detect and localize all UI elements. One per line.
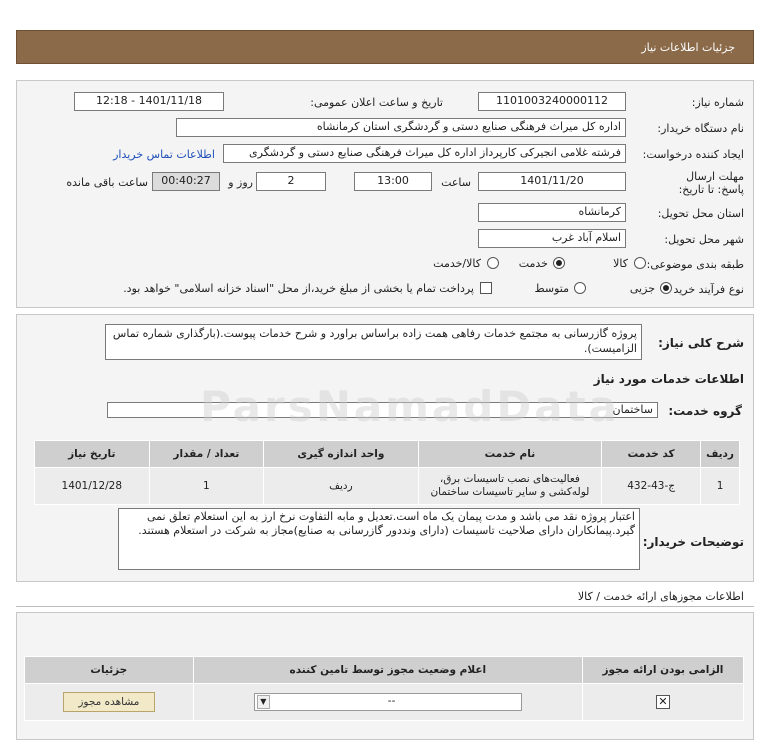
deadline-date-field[interactable]: 1401/11/20 <box>478 172 626 191</box>
permits-section-title: اطلاعات مجوزهای ارائه خدمت / کالا <box>577 590 744 603</box>
time-label: ساعت <box>441 176 471 189</box>
purchase-medium-label: متوسط <box>534 282 569 295</box>
city-field[interactable]: اسلام آباد غرب <box>478 229 626 248</box>
table-row: ✕ -- ▼ مشاهده مجوز <box>24 683 745 721</box>
cell-unit: ردیف <box>263 467 419 505</box>
cell-row: 1 <box>700 467 740 505</box>
col-permit-status: اعلام وضعیت مجوز توسط تامین کننده <box>192 656 583 684</box>
remaining-label: ساعت باقی مانده <box>66 176 148 189</box>
category-goods-service-label: کالا/خدمت <box>433 257 481 270</box>
purchase-minor-radio[interactable] <box>660 282 672 294</box>
buyer-label: نام دستگاه خریدار: <box>657 122 744 135</box>
announce-label: تاریخ و ساعت اعلان عمومی: <box>310 96 443 109</box>
services-table-header: ردیف کد خدمت نام خدمت واحد اندازه گیری ت… <box>34 440 740 468</box>
chevron-down-icon: ▼ <box>256 695 270 709</box>
category-service-label: خدمت <box>518 257 548 270</box>
service-group-field[interactable]: ساختمان <box>107 402 658 418</box>
buyer-notes-label: توضیحات خریدار: <box>642 535 744 549</box>
cell-permit-status: -- ▼ <box>192 683 583 721</box>
cell-quantity: 1 <box>148 467 265 505</box>
services-section-title: اطلاعات خدمات مورد نیاز <box>593 372 744 386</box>
purchase-type-label: نوع فرآیند خرید : <box>666 283 744 296</box>
days-label: روز و <box>228 176 253 189</box>
permit-status-select[interactable]: -- ▼ <box>253 693 522 711</box>
col-quantity: تعداد / مقدار <box>148 440 265 468</box>
deadline-label: مهلت ارسال پاسخ: تا تاریخ: <box>678 170 744 196</box>
province-field[interactable]: کرمانشاه <box>478 203 626 222</box>
permits-table: الزامی بودن ارائه مجوز اعلام وضعیت مجوز … <box>24 656 745 721</box>
remaining-time-field: 00:40:27 <box>152 172 220 191</box>
treasury-payment-checkbox[interactable] <box>480 282 492 294</box>
cell-service-name: فعالیت‌های نصب تاسیسات برق، لوله‌کشی و س… <box>417 467 603 505</box>
permits-divider <box>16 606 754 607</box>
need-description-label: شرح کلی نیاز: <box>658 336 744 350</box>
announce-field[interactable]: 1401/11/18 - 12:18 <box>74 92 224 111</box>
cell-need-date: 1401/12/28 <box>34 467 150 505</box>
category-goods-radio[interactable] <box>634 257 646 269</box>
page-title: جزئیات اطلاعات نیاز <box>641 41 735 54</box>
col-permit-details: جزئیات <box>24 656 194 684</box>
contact-buyer-link[interactable]: اطلاعات تماس خریدار <box>113 148 215 161</box>
col-need-date: تاریخ نیاز <box>34 440 150 468</box>
services-table: ردیف کد خدمت نام خدمت واحد اندازه گیری ت… <box>34 440 740 505</box>
requester-field[interactable]: فرشته غلامی انجیرکی کارپرداز اداره کل می… <box>223 144 626 163</box>
buyer-field[interactable]: اداره کل میراث فرهنگی صنایع دستی و گردشگ… <box>176 118 626 137</box>
purchase-medium-radio[interactable] <box>574 282 586 294</box>
table-row: 1 ج-43-432 فعالیت‌های نصب تاسیسات برق، ل… <box>34 467 740 505</box>
need-description-field[interactable]: پروژه گازرسانی به مجتمع خدمات رفاهی همت … <box>105 324 642 360</box>
category-goods-label: کالا <box>613 257 628 270</box>
need-number-label: شماره نیاز: <box>691 96 744 109</box>
permit-status-select-value: -- <box>387 695 396 707</box>
buyer-notes-field[interactable]: اعتبار پروژه نقد می باشد و مدت پیمان یک … <box>118 508 640 570</box>
purchase-minor-label: جزیی <box>629 282 655 295</box>
treasury-payment-note: پرداخت تمام یا بخشی از مبلغ خرید،از محل … <box>123 282 474 295</box>
cell-service-code: ج-43-432 <box>601 467 702 505</box>
province-label: استان محل تحویل: <box>657 207 744 220</box>
col-service-code: کد خدمت <box>601 440 702 468</box>
days-field[interactable]: 2 <box>256 172 326 191</box>
permits-table-header: الزامی بودن ارائه مجوز اعلام وضعیت مجوز … <box>24 656 745 684</box>
col-row: ردیف <box>700 440 740 468</box>
required-checkbox-icon: ✕ <box>655 695 670 709</box>
category-label: طبقه بندی موضوعی: <box>646 258 744 271</box>
category-service-radio[interactable] <box>553 257 565 269</box>
page-header: جزئیات اطلاعات نیاز <box>16 30 754 64</box>
requester-label: ایجاد کننده درخواست: <box>642 148 744 161</box>
view-permit-button[interactable]: مشاهده مجوز <box>62 692 155 712</box>
col-unit: واحد اندازه گیری <box>263 440 419 468</box>
col-permit-required: الزامی بودن ارائه مجوز <box>581 656 745 684</box>
need-info-panel <box>16 80 754 308</box>
cell-permit-details: مشاهده مجوز <box>24 683 194 721</box>
category-goods-service-radio[interactable] <box>487 257 499 269</box>
cell-permit-required: ✕ <box>581 683 745 721</box>
col-service-name: نام خدمت <box>417 440 603 468</box>
city-label: شهر محل تحویل: <box>664 233 744 246</box>
deadline-time-field[interactable]: 13:00 <box>354 172 432 191</box>
service-group-label: گروه خدمت: <box>668 404 742 418</box>
need-number-field[interactable]: 1101003240000112 <box>478 92 626 111</box>
